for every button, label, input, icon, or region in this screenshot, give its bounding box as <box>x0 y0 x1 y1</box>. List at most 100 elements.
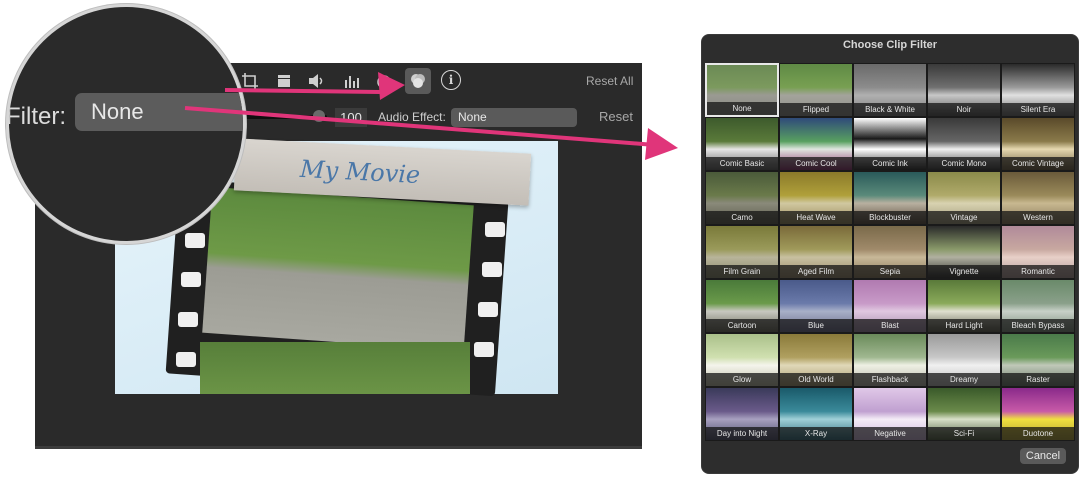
filter-option-dreamy[interactable]: Dreamy <box>927 333 1001 387</box>
filter-option-label: Bleach Bypass <box>1002 319 1074 332</box>
filter-option-label: Sepia <box>854 265 926 278</box>
film-sprocket <box>485 222 505 237</box>
video-frame <box>202 187 474 351</box>
film-sprocket <box>185 233 205 248</box>
filter-option-label: Comic Cool <box>780 157 852 170</box>
filter-option-label: Hard Light <box>928 319 1000 332</box>
color-filter-button[interactable] <box>405 68 431 94</box>
film-sprocket <box>478 302 498 317</box>
film-sprocket <box>178 312 198 327</box>
audio-effect-label: Audio Effect: <box>378 110 446 124</box>
filter-option-label: Glow <box>706 373 778 386</box>
filter-option-comic-basic[interactable]: Comic Basic <box>705 117 779 171</box>
filter-option-heat-wave[interactable]: Heat Wave <box>779 171 853 225</box>
speedometer-icon[interactable] <box>372 72 396 92</box>
reset-all-button[interactable]: Reset All <box>586 74 633 88</box>
filter-option-cartoon[interactable]: Cartoon <box>705 279 779 333</box>
filter-option-label: Black & White <box>854 103 926 116</box>
film-sprocket <box>482 262 502 277</box>
filter-option-sepia[interactable]: Sepia <box>853 225 927 279</box>
filter-option-raster[interactable]: Raster <box>1001 333 1075 387</box>
filter-option-none[interactable]: None <box>705 63 779 117</box>
filter-option-black-white[interactable]: Black & White <box>853 63 927 117</box>
choose-clip-filter-dialog: Choose Clip Filter None Flipped Black & Wh… <box>702 35 1078 473</box>
filter-option-label: X-Ray <box>780 427 852 440</box>
filter-option-comic-mono[interactable]: Comic Mono <box>927 117 1001 171</box>
filter-option-label: Old World <box>780 373 852 386</box>
filter-option-label: Noir <box>928 103 1000 116</box>
volume-icon[interactable] <box>305 72 329 92</box>
filter-option-label: Camo <box>706 211 778 224</box>
film-sprocket <box>474 342 494 357</box>
filter-option-label: Romantic <box>1002 265 1074 278</box>
film-sprocket <box>176 352 196 367</box>
filter-option-label: Flashback <box>854 373 926 386</box>
filter-option-label: Duotone <box>1002 427 1074 440</box>
filter-option-duotone[interactable]: Duotone <box>1001 387 1075 441</box>
filter-option-label: Film Grain <box>706 265 778 278</box>
filter-option-label: Sci-Fi <box>928 427 1000 440</box>
filter-option-old-world[interactable]: Old World <box>779 333 853 387</box>
filter-option-comic-ink[interactable]: Comic Ink <box>853 117 927 171</box>
filter-option-label: Comic Basic <box>706 157 778 170</box>
filter-option-aged-film[interactable]: Aged Film <box>779 225 853 279</box>
filter-option-sci-fi[interactable]: Sci-Fi <box>927 387 1001 441</box>
cancel-button[interactable]: Cancel <box>1020 448 1066 464</box>
volume-value-field[interactable]: 100 <box>335 108 367 127</box>
dialog-title: Choose Clip Filter <box>842 39 938 51</box>
filter-option-label: Vignette <box>928 265 1000 278</box>
equalizer-icon[interactable] <box>340 72 364 92</box>
filter-option-label: Dreamy <box>928 373 1000 386</box>
filter-select[interactable]: None <box>75 93 243 131</box>
filter-option-flipped[interactable]: Flipped <box>779 63 853 117</box>
filter-option-vintage[interactable]: Vintage <box>927 171 1001 225</box>
reset-button[interactable]: Reset <box>599 109 633 124</box>
filter-option-x-ray[interactable]: X-Ray <box>779 387 853 441</box>
filter-option-label: Flipped <box>780 103 852 116</box>
volume-slider-knob[interactable] <box>313 110 325 122</box>
filter-grid: None Flipped Black & White Noir Silent Era Co… <box>705 63 1077 441</box>
crop-icon[interactable] <box>238 72 262 92</box>
filter-option-blockbuster[interactable]: Blockbuster <box>853 171 927 225</box>
filter-option-film-grain[interactable]: Film Grain <box>705 225 779 279</box>
filter-option-bleach-bypass[interactable]: Bleach Bypass <box>1001 279 1075 333</box>
filter-option-label: Heat Wave <box>780 211 852 224</box>
filter-option-comic-vintage[interactable]: Comic Vintage <box>1001 117 1075 171</box>
filter-option-glow[interactable]: Glow <box>705 333 779 387</box>
filter-option-blast[interactable]: Blast <box>853 279 927 333</box>
filter-option-label: Raster <box>1002 373 1074 386</box>
filter-option-label: Blockbuster <box>854 211 926 224</box>
filter-option-label: Silent Era <box>1002 103 1074 116</box>
magnifier-callout: Filter: None <box>6 4 246 244</box>
filter-option-label: Vintage <box>928 211 1000 224</box>
filter-option-noir[interactable]: Noir <box>927 63 1001 117</box>
filter-option-label: Western <box>1002 211 1074 224</box>
filter-option-label: Comic Mono <box>928 157 1000 170</box>
info-icon[interactable]: i <box>441 70 461 90</box>
filter-option-label: Negative <box>854 427 926 440</box>
filter-option-label: Blue <box>780 319 852 332</box>
camera-icon[interactable] <box>272 72 296 92</box>
video-frame-lower <box>200 342 470 394</box>
filter-option-label: Blast <box>854 319 926 332</box>
filter-option-label: Comic Vintage <box>1002 157 1074 170</box>
arrow-head <box>645 128 678 160</box>
filter-option-label: Comic Ink <box>854 157 926 170</box>
filter-option-hard-light[interactable]: Hard Light <box>927 279 1001 333</box>
filter-option-label: Day into Night <box>706 427 778 440</box>
audio-effect-select[interactable]: None <box>451 108 577 127</box>
filter-option-silent-era[interactable]: Silent Era <box>1001 63 1075 117</box>
filter-option-comic-cool[interactable]: Comic Cool <box>779 117 853 171</box>
color-filter-icon <box>411 74 425 88</box>
filter-option-flashback[interactable]: Flashback <box>853 333 927 387</box>
filter-option-western[interactable]: Western <box>1001 171 1075 225</box>
filter-option-day-into-night[interactable]: Day into Night <box>705 387 779 441</box>
filter-option-romantic[interactable]: Romantic <box>1001 225 1075 279</box>
filter-option-camo[interactable]: Camo <box>705 171 779 225</box>
filter-option-label: None <box>707 102 777 115</box>
filter-option-label: Cartoon <box>706 319 778 332</box>
filter-option-vignette[interactable]: Vignette <box>927 225 1001 279</box>
filter-option-blue[interactable]: Blue <box>779 279 853 333</box>
filter-option-negative[interactable]: Negative <box>853 387 927 441</box>
filter-label: Filter: <box>6 103 66 130</box>
